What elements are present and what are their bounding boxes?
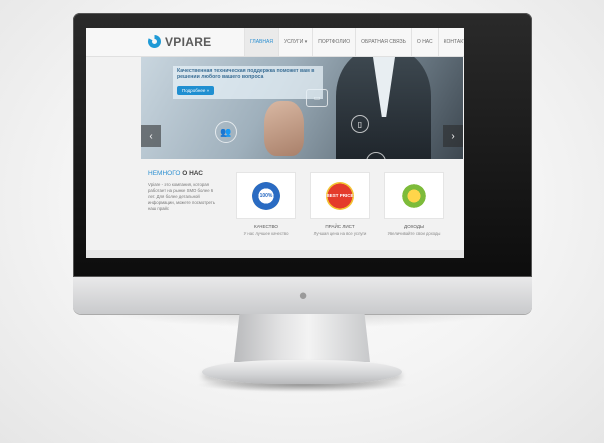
monitor-stand-base (202, 360, 402, 384)
nav-item-contacts[interactable]: КОНТАКТЫ (437, 28, 464, 56)
more-button[interactable]: Подробнее » (177, 86, 215, 95)
feature-thumb: BEST PRICE (310, 172, 370, 219)
nav-item-services[interactable]: УСЛУГИ ▾ (277, 28, 312, 56)
nav-item-feedback[interactable]: ОБРАТНАЯ СВЯЗЬ (355, 28, 411, 56)
feature-thumb: 100% (236, 172, 296, 219)
feature-price-list[interactable]: BEST PRICE ПРАЙС ЛИСТ Лучшая цена на все… (308, 172, 372, 236)
money-tree-icon (399, 180, 429, 211)
quality-badge-icon: 100% (252, 181, 280, 210)
site-header: VPIARE ГЛАВНАЯ УСЛУГИ ▾ ПОРТФОЛИО ОБРАТН… (86, 28, 464, 57)
feature-label: КАЧЕСТВО (254, 224, 278, 229)
feature-desc: Лучшая цена на все услуги (313, 231, 367, 236)
vpiare-logo-icon[interactable] (148, 35, 161, 48)
apple-logo-icon: ● (298, 286, 308, 304)
nav-item-portfolio[interactable]: ПОРТФОЛИО (312, 28, 355, 56)
feature-label: ДОХОДЫ (403, 224, 425, 229)
site-logo[interactable]: VPIARE (165, 35, 211, 49)
about-title-suffix: О НАС (182, 170, 204, 177)
nav-item-about[interactable]: О НАС (410, 28, 438, 56)
feature-income[interactable]: ДОХОДЫ Увеличивайте свои доходы (382, 172, 446, 236)
users-icon: 👥 (215, 121, 237, 143)
feature-desc: У нас лучшее качество (243, 231, 289, 236)
feature-label: ПРАЙС ЛИСТ (325, 224, 355, 229)
about-title-prefix: НЕМНОГО (148, 170, 181, 177)
best-price-badge-icon: BEST PRICE (326, 181, 354, 210)
phone-icon: ▯ (351, 115, 369, 133)
slider-caption: Качественная техническая поддержка помож… (173, 66, 323, 99)
feature-thumb (384, 172, 444, 219)
nav-item-home[interactable]: ГЛАВНАЯ (244, 28, 278, 56)
hero-slider: 👥 ▯ ◍ ▭ Качественная техническая поддерж… (141, 57, 463, 159)
caption-text: Качественная техническая поддержка помож… (177, 68, 315, 80)
hand-image (264, 101, 304, 156)
about-title: НЕМНОГО О НАС (148, 170, 203, 177)
slider-next-button[interactable]: › (443, 125, 463, 147)
feature-desc: Увеличивайте свои доходы (387, 231, 441, 236)
slider-prev-button[interactable]: ‹ (141, 125, 161, 147)
footer-bar (86, 250, 464, 258)
about-text: Vpiare - это компания, которая работает … (148, 182, 215, 211)
website-screen: VPIARE ГЛАВНАЯ УСЛУГИ ▾ ПОРТФОЛИО ОБРАТН… (86, 28, 464, 258)
monitor-stand (234, 314, 370, 362)
main-nav: ГЛАВНАЯ УСЛУГИ ▾ ПОРТФОЛИО ОБРАТНАЯ СВЯЗ… (244, 28, 464, 56)
feature-quality[interactable]: 100% КАЧЕСТВО У нас лучшее качество (234, 172, 298, 236)
